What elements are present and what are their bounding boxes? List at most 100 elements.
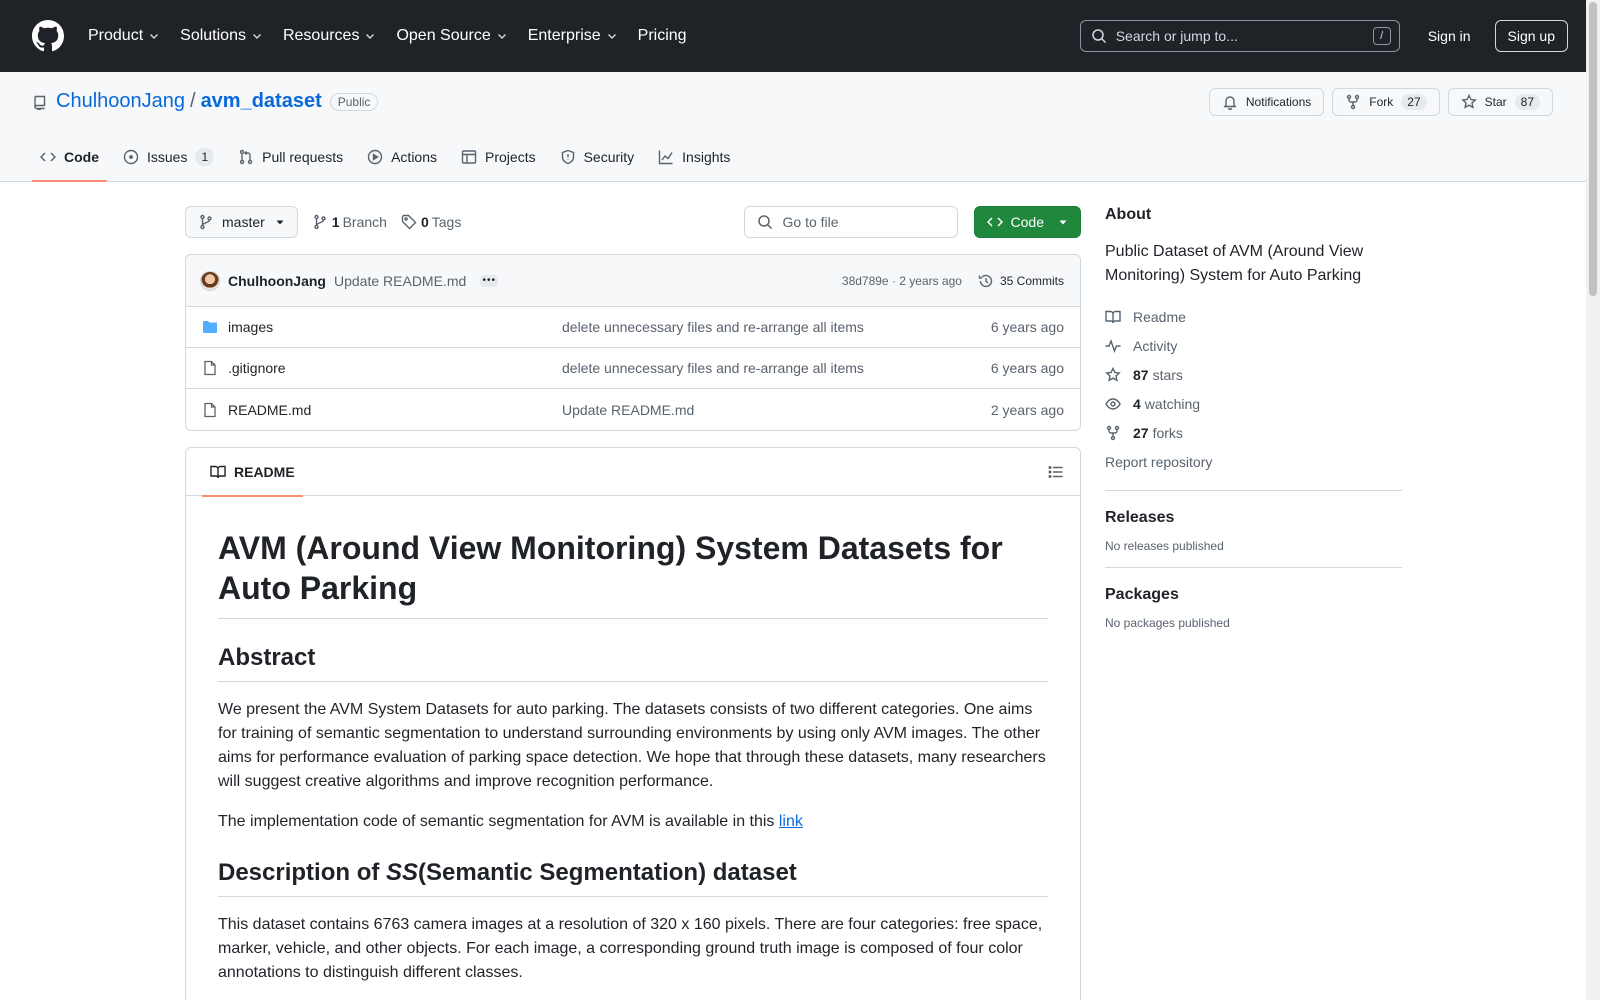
tab-code[interactable]: Code (32, 133, 107, 182)
sign-in-link[interactable]: Sign in (1428, 28, 1471, 44)
releases-heading[interactable]: Releases (1105, 509, 1402, 527)
table-row[interactable]: README.md Update README.md 2 years ago (186, 389, 1080, 430)
packages-heading[interactable]: Packages (1105, 586, 1402, 604)
star-icon (1105, 366, 1121, 383)
tag-icon (401, 214, 417, 230)
repo-separator: / (190, 90, 196, 112)
code-icon (40, 149, 56, 165)
branch-select-button[interactable]: master (185, 206, 298, 238)
play-icon (367, 149, 383, 165)
releases-empty: No releases published (1105, 539, 1224, 553)
issues-count: 1 (195, 148, 215, 166)
chevron-down-icon (364, 30, 376, 42)
global-nav: Product Solutions Resources Open Source … (86, 20, 705, 52)
commits-history-link[interactable]: 35 Commits (978, 273, 1064, 289)
visibility-badge: Public (329, 92, 379, 111)
stars-link[interactable]: 87 stars (1105, 360, 1402, 389)
file-name-link[interactable]: README.md (228, 402, 562, 418)
chevron-down-icon (606, 30, 618, 42)
tags-link[interactable]: 0 Tags (401, 214, 461, 230)
fork-button[interactable]: Fork 27 (1332, 88, 1440, 116)
table-row[interactable]: .gitignore delete unnecessary files and … (186, 348, 1080, 389)
nav-solutions[interactable]: Solutions (178, 20, 273, 52)
nav-resources[interactable]: Resources (281, 20, 386, 52)
readme-tab[interactable]: README (202, 448, 303, 497)
tab-security[interactable]: Security (552, 133, 643, 181)
go-to-file-input[interactable]: Go to file (743, 206, 958, 238)
global-search-input[interactable]: Search or jump to... / (1079, 20, 1400, 52)
tab-projects[interactable]: Projects (453, 133, 544, 181)
branches-link[interactable]: 1 Branch (312, 214, 387, 230)
nav-open-source[interactable]: Open Source (394, 20, 517, 52)
divider (1105, 490, 1402, 491)
star-button[interactable]: Star 87 (1447, 88, 1553, 116)
repo-actions: Notifications Fork 27 Star 87 (1208, 88, 1553, 116)
graph-icon (658, 149, 674, 165)
star-icon (1460, 94, 1477, 110)
packages-empty: No packages published (1105, 616, 1230, 630)
tab-actions[interactable]: Actions (359, 133, 445, 181)
code-icon (986, 214, 1003, 230)
nav-product[interactable]: Product (86, 20, 170, 52)
forks-link[interactable]: 27 forks (1105, 418, 1402, 447)
folder-icon (202, 319, 220, 335)
caret-down-icon (1058, 217, 1068, 227)
notifications-button[interactable]: Notifications (1208, 88, 1325, 116)
file-commit-message[interactable]: delete unnecessary files and re-arrange … (562, 319, 991, 335)
commit-author-link[interactable]: ChulhoonJang (228, 273, 326, 289)
about-heading: About (1105, 206, 1152, 223)
chevron-down-icon (148, 30, 160, 42)
list-outline-icon[interactable] (1048, 464, 1064, 480)
readme-paragraph: This dataset contains 6763 camera images… (218, 916, 1043, 981)
file-name-link[interactable]: .gitignore (228, 360, 562, 376)
readme-link[interactable]: Readme (1105, 302, 1402, 331)
sign-up-button[interactable]: Sign up (1494, 20, 1568, 52)
readme-paragraph: We present the AVM System Datasets for a… (218, 701, 1046, 790)
commit-meta: 38d789e · 2 years ago (841, 273, 962, 288)
nav-pricing[interactable]: Pricing (636, 20, 697, 52)
repo-header: ChulhoonJang / avm_dataset Public Notifi… (0, 72, 1600, 182)
github-logo-icon[interactable] (32, 20, 64, 52)
bell-icon (1222, 94, 1238, 110)
tab-insights[interactable]: Insights (650, 133, 738, 181)
repo-name-link[interactable]: avm_dataset (201, 90, 322, 113)
file-name-link[interactable]: images (228, 319, 562, 335)
implementation-link[interactable]: link (779, 813, 803, 830)
fork-icon (1345, 94, 1361, 110)
fork-icon (1105, 425, 1121, 441)
file-icon (202, 402, 220, 418)
repo-icon (32, 94, 48, 110)
eye-icon (1105, 396, 1121, 412)
ellipsis-icon[interactable]: ••• (480, 274, 499, 287)
tab-pull-requests[interactable]: Pull requests (230, 133, 351, 181)
divider (1105, 567, 1402, 568)
table-row[interactable]: images delete unnecessary files and re-a… (186, 307, 1080, 348)
watchers-link[interactable]: 4 watching (1105, 389, 1402, 418)
issue-icon (123, 149, 139, 165)
report-repository-link[interactable]: Report repository (1105, 447, 1402, 476)
search-shortcut-key: / (1372, 27, 1391, 45)
activity-link[interactable]: Activity (1105, 331, 1402, 360)
caret-down-icon (275, 217, 285, 227)
commit-message-link[interactable]: Update README.md (334, 273, 466, 289)
page-scrollbar[interactable] (1586, 0, 1600, 1000)
file-commit-message[interactable]: Update README.md (562, 402, 991, 418)
tab-issues[interactable]: Issues 1 (115, 133, 222, 181)
star-count: 87 (1514, 94, 1540, 110)
table-icon (461, 149, 477, 165)
avatar[interactable] (200, 270, 220, 291)
readme-panel: README AVM (Around View Monitoring) Syst… (185, 447, 1081, 1000)
latest-commit: ChulhoonJang Update README.md ••• 38d789… (186, 255, 1080, 307)
nav-enterprise[interactable]: Enterprise (526, 20, 628, 52)
file-commit-message[interactable]: delete unnecessary files and re-arrange … (562, 360, 991, 376)
book-icon (1105, 309, 1121, 325)
file-commit-time: 6 years ago (990, 360, 1064, 376)
repo-owner-link[interactable]: ChulhoonJang (56, 90, 185, 113)
readme-title: AVM (Around View Monitoring) System Data… (218, 528, 1048, 619)
file-icon (202, 360, 220, 376)
chevron-down-icon (251, 30, 263, 42)
file-commit-time: 2 years ago (990, 401, 1064, 418)
search-icon (757, 214, 773, 230)
code-dropdown-button[interactable]: Code (973, 206, 1081, 238)
scrollbar-thumb[interactable] (1589, 2, 1597, 296)
